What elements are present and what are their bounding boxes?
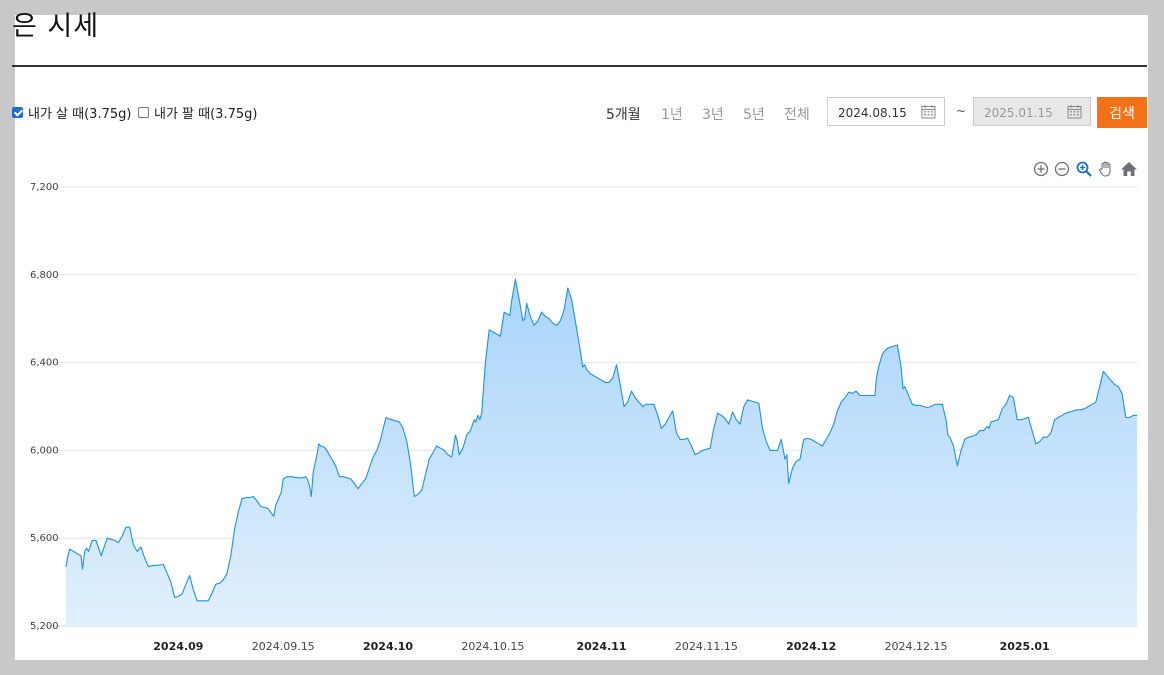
x-tick-label: 2024.11.15 — [675, 640, 738, 653]
price-chart[interactable]: 2024.09 2024.09.15 2024.10 2024.10.15 2024.1… — [0, 0, 1164, 675]
x-tick-label: 2024.12 — [786, 640, 836, 653]
y-tick-label: 6,000 — [30, 445, 59, 456]
x-tick-label: 2024.09.15 — [252, 640, 315, 653]
y-tick-label: 5,200 — [30, 621, 59, 632]
series-layer — [65, 278, 1137, 626]
y-axis: 5,200 5,600 6,000 6,400 6,800 7,200 — [30, 182, 59, 632]
y-tick-label: 7,200 — [30, 182, 59, 193]
x-tick-label: 2024.09 — [153, 640, 203, 653]
y-tick-label: 6,800 — [30, 270, 59, 281]
y-tick-label: 5,600 — [30, 533, 59, 544]
x-tick-label: 2024.10.15 — [461, 640, 524, 653]
x-tick-label: 2025.01 — [1000, 640, 1050, 653]
x-tick-label: 2024.12.15 — [885, 640, 948, 653]
x-axis: 2024.09 2024.09.15 2024.10 2024.10.15 2024.1… — [153, 640, 1049, 653]
x-tick-label: 2024.10 — [363, 640, 413, 653]
y-tick-label: 6,400 — [30, 358, 59, 369]
x-tick-label: 2024.11 — [576, 640, 626, 653]
